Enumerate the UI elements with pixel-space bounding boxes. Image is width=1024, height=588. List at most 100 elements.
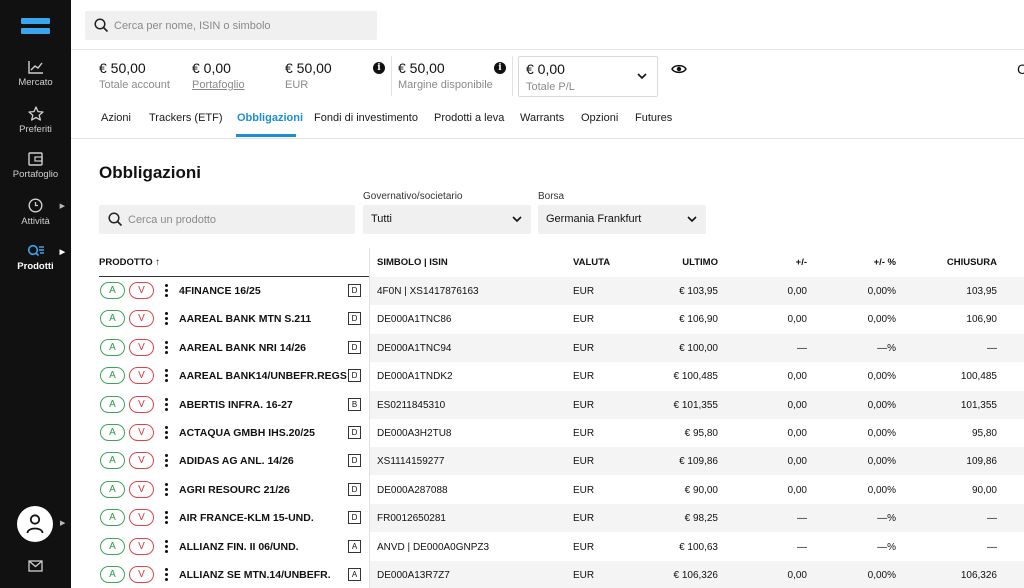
table-row[interactable]: A V AAREAL BANK14/UNBEFR.REGS D DE000A1TNDK2… [99, 362, 1024, 391]
product-name[interactable]: ABERTIS INFRA. 16-27 [179, 399, 293, 411]
info-icon[interactable]: i [494, 62, 506, 74]
table-row[interactable]: A V AIR FRANCE-KLM 15-UND. D FR0012650281 EUR… [99, 504, 1024, 533]
sell-button[interactable]: V [129, 282, 154, 299]
pl-label: Totale P/L [526, 81, 575, 93]
product-type-badge: A [348, 539, 361, 553]
table-row[interactable]: A V ALLIANZ FIN. II 06/UND. A ANVD | DE000A0… [99, 532, 1024, 561]
product-name[interactable]: ADIDAS AG ANL. 14/26 [179, 455, 294, 467]
eye-icon[interactable] [671, 62, 687, 80]
tab-trackers[interactable]: Trackers (ETF) [149, 112, 223, 124]
column-header-close[interactable]: CHIUSURA [927, 257, 997, 268]
table-row[interactable]: A V AAREAL BANK MTN S.211 D DE000A1TNC86 EUR €… [99, 305, 1024, 334]
sell-button[interactable]: V [129, 566, 154, 583]
buy-button[interactable]: A [100, 537, 125, 555]
tab-warrants[interactable]: Warrants [520, 112, 564, 124]
more-options-icon[interactable] [162, 425, 170, 441]
table-row[interactable]: A V ADIDAS AG ANL. 14/26 D XS1114159277 EUR € … [99, 447, 1024, 476]
product-search[interactable] [99, 205, 355, 234]
product-type-badge: D [348, 426, 361, 439]
column-header-change[interactable]: +/- [757, 257, 807, 268]
product-name[interactable]: AAREAL BANK MTN S.211 [179, 313, 311, 325]
column-header-product[interactable]: PRODOTTO ↑ [99, 257, 160, 268]
more-options-icon[interactable] [162, 510, 170, 526]
more-options-icon[interactable] [162, 340, 170, 356]
table-row[interactable]: A V ACTAQUA GMBH IHS.20/25 D DE000A3H2TU8 EUR… [99, 419, 1024, 447]
column-header-currency[interactable]: VALUTA [573, 257, 610, 268]
sidebar-item-prodotti[interactable]: Prodotti ▶ [0, 244, 71, 272]
tab-futures[interactable]: Futures [635, 112, 672, 124]
table-row[interactable]: A V AAREAL BANK NRI 14/26 D DE000A1TNC94 EUR €… [99, 333, 1024, 362]
more-options-icon[interactable] [162, 368, 170, 384]
change-pct: 0,00% [867, 428, 896, 439]
type-select[interactable]: Tutti [363, 205, 531, 234]
buy-button[interactable]: A [100, 367, 125, 385]
balance-label: Totale account [99, 79, 170, 91]
tab-opzioni[interactable]: Opzioni [581, 112, 618, 124]
buy-button[interactable]: A [100, 452, 125, 470]
buy-button[interactable]: A [100, 395, 125, 413]
sidebar-item-attivita[interactable]: Attività ▶ [0, 198, 71, 227]
sell-button[interactable]: V [129, 452, 154, 470]
info-icon[interactable]: i [373, 62, 385, 74]
close-price: 109,86 [966, 456, 997, 468]
more-options-icon[interactable] [162, 567, 170, 583]
portfolio-link[interactable]: Portafoglio [192, 79, 245, 91]
table-row[interactable]: A V AGRI RESOURC 21/26 D DE000A287088 EUR € 90… [99, 475, 1024, 504]
table-row[interactable]: A V ABERTIS INFRA. 16-27 B ES0211845310 EUR € … [99, 390, 1024, 419]
product-name[interactable]: ALLIANZ SE MTN.14/UNBEFR. [179, 569, 331, 581]
mail-icon[interactable] [28, 559, 43, 577]
avatar[interactable] [17, 506, 53, 542]
more-options-icon[interactable] [162, 283, 170, 299]
last-price: € 98,25 [684, 513, 718, 525]
more-options-icon[interactable] [162, 539, 170, 555]
buy-button[interactable]: A [100, 480, 125, 498]
table-row[interactable]: A V ALLIANZ SE MTN.14/UNBEFR. A DE000A13R7Z7… [99, 561, 1024, 588]
product-name[interactable]: 4FINANCE 16/25 [179, 285, 261, 297]
sell-button[interactable]: V [129, 395, 154, 413]
product-name[interactable]: AAREAL BANK14/UNBEFR.REGS [179, 370, 347, 382]
buy-button[interactable]: A [100, 310, 125, 328]
sell-button[interactable]: V [129, 509, 154, 527]
tab-fondi[interactable]: Fondi di investimento [314, 112, 418, 124]
exchange-select[interactable]: Germania Frankfurt [538, 205, 706, 234]
chevron-down-icon [512, 216, 522, 223]
sidebar-item-preferiti[interactable]: Preferiti [0, 106, 71, 135]
buy-button[interactable]: A [100, 424, 125, 441]
more-options-icon[interactable] [162, 482, 170, 498]
product-name[interactable]: AAREAL BANK NRI 14/26 [179, 342, 306, 354]
more-options-icon[interactable] [162, 453, 170, 469]
logo[interactable] [21, 18, 50, 34]
sidebar-item-portafoglio[interactable]: Portafoglio [0, 152, 71, 180]
tab-obbligazioni[interactable]: Obbligazioni [237, 112, 303, 124]
buy-button[interactable]: A [100, 566, 125, 583]
column-header-last[interactable]: ULTIMO [658, 257, 718, 268]
balance-portfolio[interactable]: € 0,00 Portafoglio [192, 60, 245, 91]
sell-button[interactable]: V [129, 367, 154, 385]
sell-button[interactable]: V [129, 480, 154, 498]
buy-button[interactable]: A [100, 338, 125, 356]
sell-button[interactable]: V [129, 338, 154, 356]
table-row[interactable]: A V 4FINANCE 16/25 D 4F0N | XS1417876163 EUR €… [99, 277, 1024, 305]
column-header-change-pct[interactable]: +/- % [846, 257, 896, 268]
sell-button[interactable]: V [129, 424, 154, 441]
tab-prodotti-a-leva[interactable]: Prodotti a leva [434, 112, 504, 124]
currency: EUR [573, 286, 595, 297]
sell-button[interactable]: V [129, 537, 154, 555]
buy-button[interactable]: A [100, 509, 125, 527]
buy-button[interactable]: A [100, 282, 125, 299]
product-name[interactable]: AGRI RESOURC 21/26 [179, 484, 290, 496]
tab-azioni[interactable]: Azioni [101, 112, 131, 124]
product-name[interactable]: AIR FRANCE-KLM 15-UND. [179, 512, 314, 524]
global-search[interactable] [85, 11, 377, 40]
product-name[interactable]: ALLIANZ FIN. II 06/UND. [179, 541, 299, 553]
column-header-symbol[interactable]: SIMBOLO | ISIN [377, 257, 448, 268]
more-options-icon[interactable] [162, 311, 170, 327]
balance-margin: € 50,00 Margine disponibile [398, 60, 493, 91]
sell-button[interactable]: V [129, 310, 154, 328]
more-options-icon[interactable] [162, 397, 170, 413]
search-input[interactable] [114, 11, 364, 40]
sidebar-item-mercato[interactable]: Mercato [0, 60, 71, 88]
pl-dropdown[interactable]: € 0,00 Totale P/L [518, 56, 658, 97]
product-name[interactable]: ACTAQUA GMBH IHS.20/25 [179, 427, 315, 439]
product-search-input[interactable] [128, 205, 348, 234]
